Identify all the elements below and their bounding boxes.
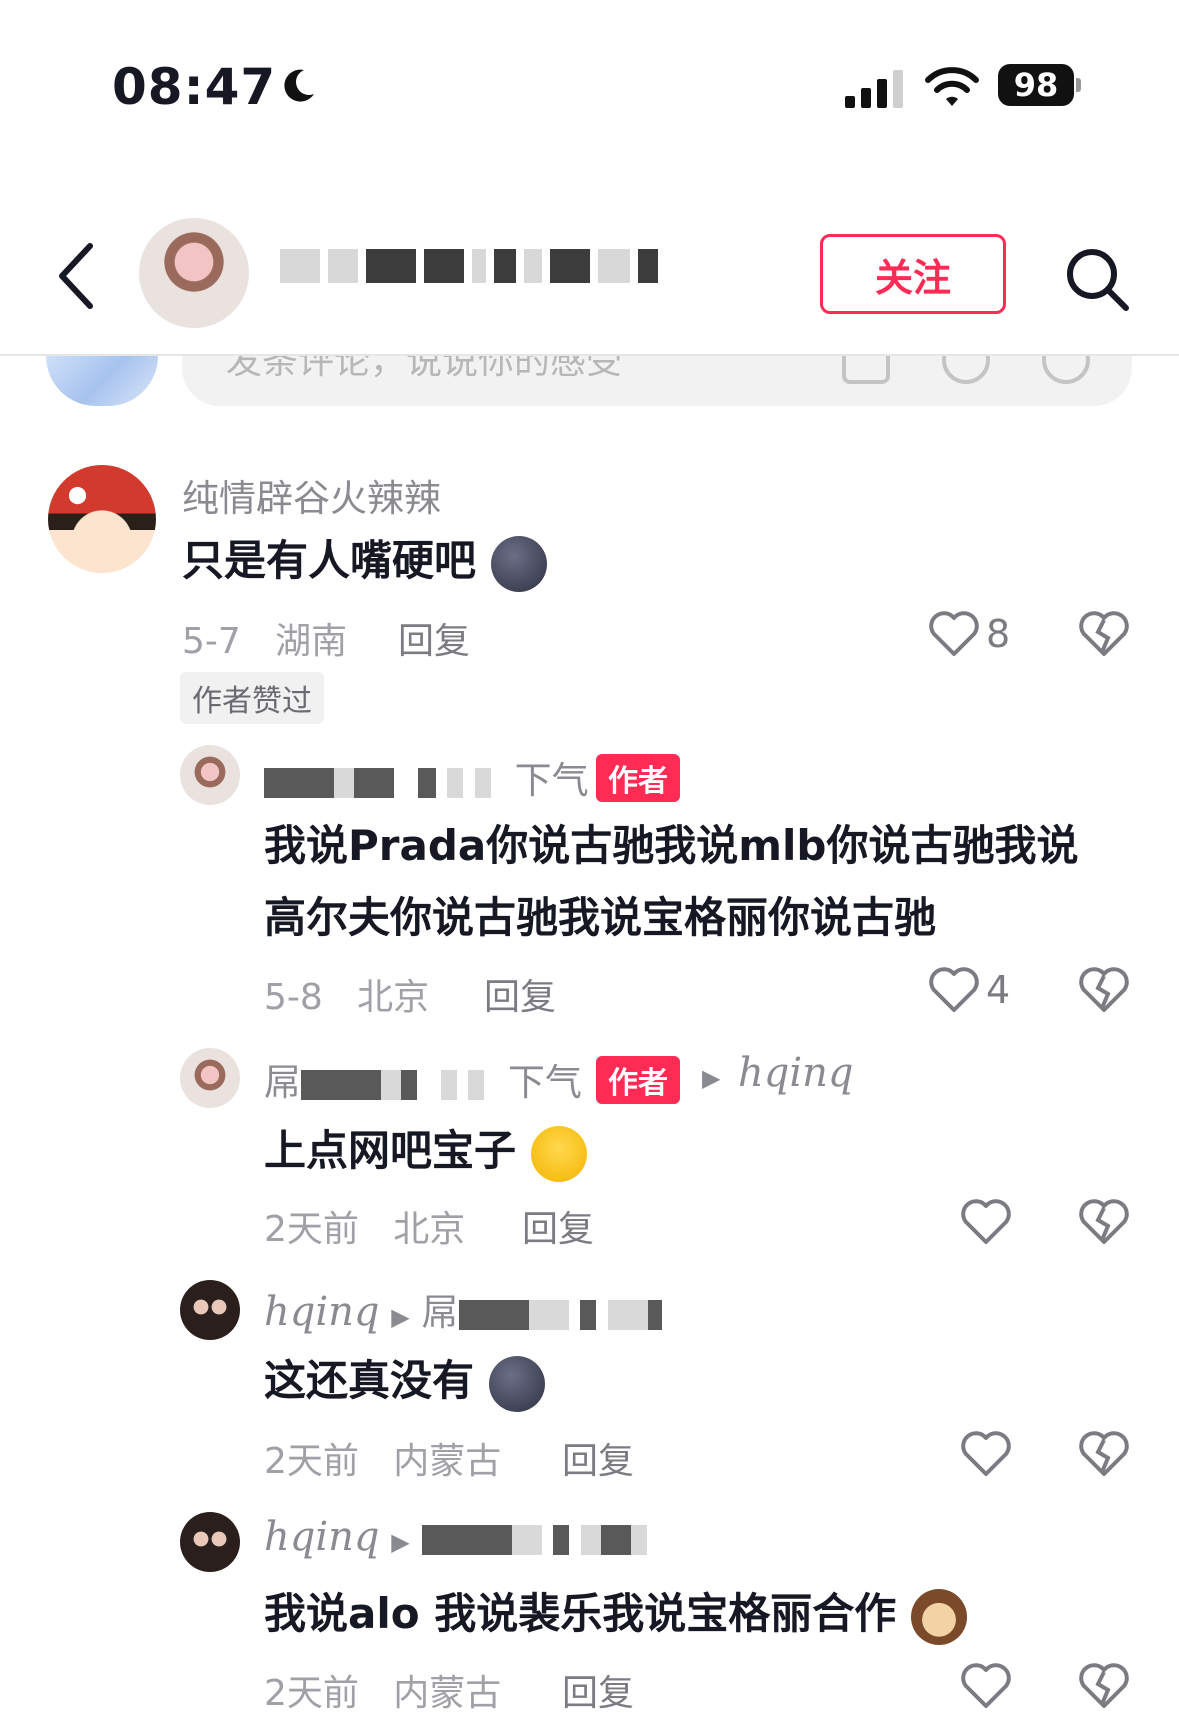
comment-date: 5-7 <box>182 621 241 662</box>
like-icon[interactable] <box>928 966 980 1014</box>
reply-username[interactable]: hqinq ▶ 屌 <box>264 1282 663 1336</box>
reply-date: 2天前 <box>264 1673 359 1714</box>
reply-text-content: 上点网吧宝子 <box>264 1126 517 1175</box>
reply-location: 北京 <box>393 1209 466 1250</box>
reply-to-username[interactable]: hqinq <box>738 1050 854 1096</box>
reply-button[interactable]: 回复 <box>522 1200 594 1252</box>
author-name-blurred[interactable] <box>280 246 658 286</box>
reply-username-text: hqinq <box>264 1289 380 1335</box>
back-icon[interactable] <box>52 240 100 312</box>
reply-meta: 2天前 内蒙古 <box>264 1664 501 1716</box>
reply-username-suffix: 下气 <box>507 1061 582 1104</box>
reply-avatar[interactable] <box>180 1048 240 1108</box>
like-icon[interactable] <box>960 1198 1012 1246</box>
reply-username[interactable]: 下气 <box>264 750 589 804</box>
reply-date: 2天前 <box>264 1209 359 1250</box>
comment-input[interactable]: 发条评论，说说你的感受 <box>182 356 1132 406</box>
reply-arrow-icon: ▶ <box>702 1064 721 1092</box>
dislike-icon[interactable] <box>1078 1662 1130 1710</box>
search-icon[interactable] <box>1062 244 1132 314</box>
reply-date: 2天前 <box>264 1441 359 1482</box>
reply-text: 我说Prada你说古驰我说mlb你说古驰我说 高尔夫你说古驰我说宝格丽你说古驰 <box>264 810 1078 954</box>
reply-arrow-icon: ▶ <box>391 1528 410 1556</box>
like-count: 4 <box>986 968 1011 1012</box>
emoji-crying-laughing-icon <box>530 1125 587 1182</box>
author-liked-badge: 作者赞过 <box>180 672 324 724</box>
reply-avatar[interactable] <box>180 1512 240 1572</box>
comment-username[interactable]: 纯情辟谷火辣辣 <box>182 468 441 522</box>
battery-icon: 98 <box>998 64 1074 106</box>
reply-meta: 2天前 内蒙古 <box>264 1432 501 1484</box>
like-icon[interactable] <box>928 610 980 658</box>
like-icon[interactable] <box>960 1662 1012 1710</box>
reply-location: 北京 <box>357 977 430 1018</box>
reply-button[interactable]: 回复 <box>562 1664 634 1716</box>
comment-location: 湖南 <box>275 621 348 662</box>
dislike-icon[interactable] <box>1078 1198 1130 1246</box>
status-time: 08:47 <box>112 58 277 116</box>
wifi-icon <box>925 67 979 106</box>
author-badge: 作者 <box>596 754 680 802</box>
reply-date: 5-8 <box>264 977 323 1018</box>
reply-location: 内蒙古 <box>393 1673 502 1714</box>
emoji-dog-face-icon <box>910 1588 967 1645</box>
follow-button[interactable]: 关注 <box>820 234 1006 314</box>
comment-input-placeholder: 发条评论，说说你的感受 <box>226 356 623 382</box>
author-avatar[interactable] <box>139 218 249 328</box>
emoji-moon-face-icon <box>490 535 547 592</box>
reply-text: 上点网吧宝子 <box>264 1115 587 1187</box>
emoji-halo-moon-face-icon <box>488 1355 545 1412</box>
reply-text-content: 这还真没有 <box>264 1356 475 1405</box>
moon-icon <box>284 69 314 102</box>
reply-location: 内蒙古 <box>393 1441 502 1482</box>
reply-username-text: hqinq <box>264 1514 380 1560</box>
comment-text-content: 只是有人嘴硬吧 <box>182 536 477 585</box>
at-icon[interactable] <box>942 356 990 384</box>
reply-avatar[interactable] <box>180 1280 240 1340</box>
reply-text-line: 我说Prada你说古驰我说mlb你说古驰我说 <box>264 821 1079 870</box>
image-icon[interactable] <box>842 356 890 384</box>
reply-meta: 2天前 北京 <box>264 1200 465 1252</box>
reply-arrow-icon: ▶ <box>391 1303 410 1331</box>
commenter-avatar[interactable]: ⬤ <box>48 465 156 573</box>
reply-button[interactable]: 回复 <box>484 968 556 1020</box>
reply-text-content: 我说alo 我说裴乐我说宝格丽合作 <box>264 1589 897 1638</box>
comment-text: 只是有人嘴硬吧 <box>182 525 547 597</box>
reply-button[interactable]: 回复 <box>398 612 470 664</box>
reply-username-prefix: 屌 <box>264 1061 301 1104</box>
reply-avatar[interactable] <box>180 745 240 805</box>
reply-text-line: 高尔夫你说古驰我说宝格丽你说古驰 <box>264 893 937 942</box>
dislike-icon[interactable] <box>1078 1430 1130 1478</box>
comment-meta: 5-7 湖南 <box>182 612 347 664</box>
emoji-icon[interactable] <box>1042 356 1090 384</box>
like-icon[interactable] <box>960 1430 1012 1478</box>
author-badge: 作者 <box>596 1056 680 1104</box>
reply-text: 我说alo 我说裴乐我说宝格丽合作 <box>264 1578 967 1650</box>
reply-text: 这还真没有 <box>264 1345 545 1417</box>
reply-button[interactable]: 回复 <box>562 1432 634 1484</box>
reply-username[interactable]: hqinq ▶ <box>264 1514 648 1560</box>
reply-username[interactable]: 屌 下气 <box>264 1052 582 1106</box>
reply-to-prefix: 屌 <box>421 1291 459 1334</box>
avatar-hat-logo: ⬤ <box>68 485 88 505</box>
dislike-icon[interactable] <box>1078 966 1130 1014</box>
signal-icon <box>845 70 903 108</box>
reply-meta: 5-8 北京 <box>264 968 429 1020</box>
reply-username-suffix: 下气 <box>514 759 589 802</box>
like-count: 8 <box>986 612 1011 656</box>
battery-tip <box>1076 78 1081 92</box>
dislike-icon[interactable] <box>1078 610 1130 658</box>
my-avatar <box>46 356 158 406</box>
